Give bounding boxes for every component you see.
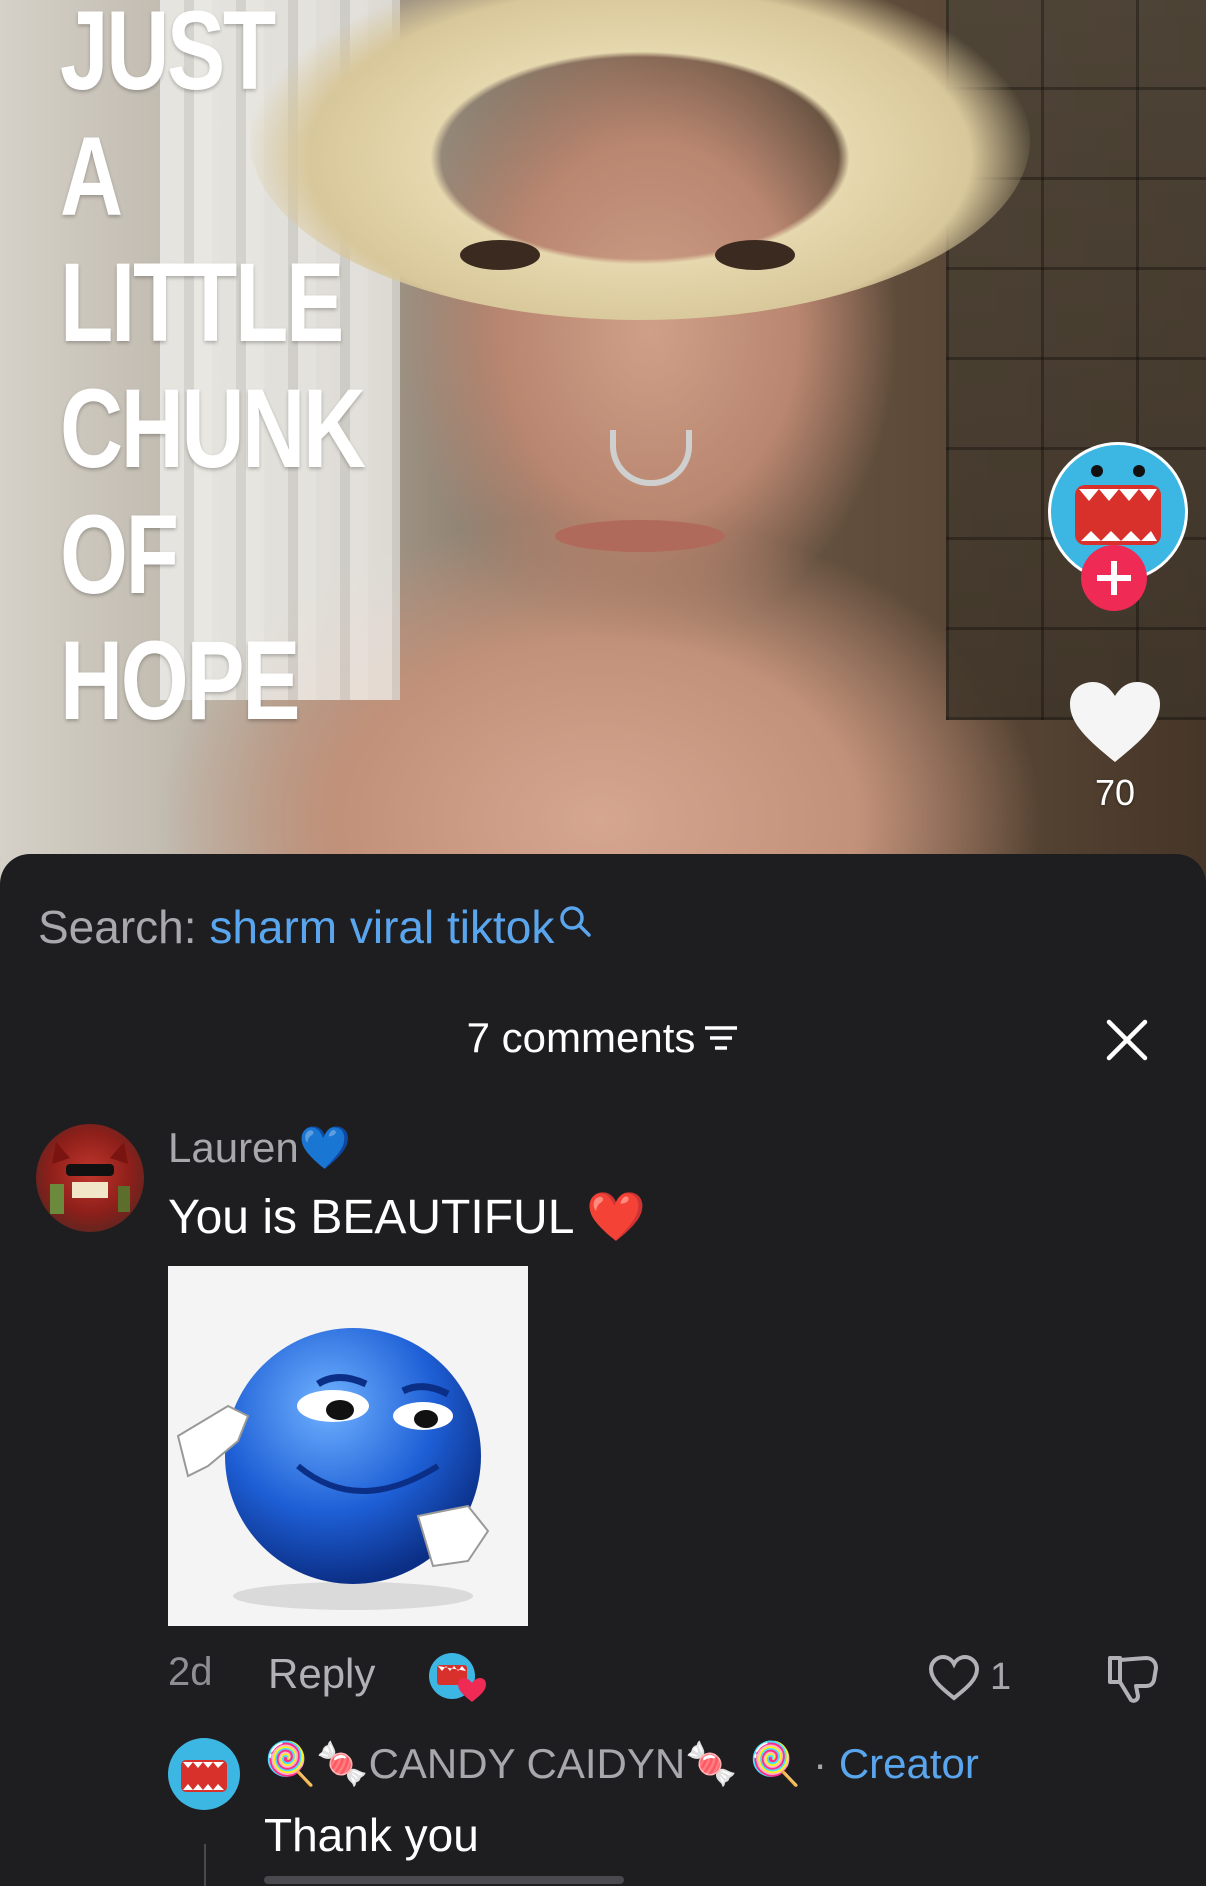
overlay-title-line: A (60, 114, 123, 239)
video-player[interactable]: JUST A LITTLE CHUNK OF HOPE 70 (0, 0, 1206, 900)
reply-username-row[interactable]: 🍭🍬CANDY CAIDYN🍬 🍭 · Creator (264, 1740, 979, 1789)
comment-like-count: 1 (990, 1656, 1012, 1698)
overlay-title-line: JUST (60, 0, 276, 113)
reply-username[interactable]: 🍭🍬CANDY CAIDYN🍬 🍭 (264, 1740, 801, 1787)
search-suggestion[interactable]: Search: sharm viral tiktok (38, 900, 592, 954)
thread-line (204, 1844, 206, 1886)
reply-button[interactable]: Reply (268, 1650, 375, 1698)
comment-sticker[interactable] (168, 1266, 528, 1626)
search-icon (560, 906, 592, 937)
creator-liked-icon (429, 1653, 486, 1702)
commenter-username[interactable]: Lauren💙 (168, 1124, 351, 1173)
right-eye (715, 240, 795, 270)
comments-count: 7 comments (466, 1014, 696, 1061)
search-query-link[interactable]: sharm viral tiktok (209, 901, 554, 953)
close-icon[interactable] (1105, 1018, 1149, 1062)
reply-separator: · (813, 1740, 828, 1787)
heart-icon[interactable] (1068, 680, 1162, 764)
nose-ring (610, 430, 692, 486)
overlay-title-line: HOPE (60, 618, 301, 743)
left-eye (460, 240, 540, 270)
overlay-title-line: CHUNK (60, 366, 366, 491)
filter-icon[interactable] (703, 1023, 739, 1053)
creator-badge: Creator (838, 1740, 979, 1787)
reply-text: Thank you (264, 1809, 479, 1861)
plus-icon (1097, 561, 1131, 595)
home-indicator[interactable] (264, 1876, 624, 1884)
thumbs-down-icon[interactable] (1106, 1652, 1160, 1704)
comments-sheet: Search: sharm viral tiktok 7 comments La… (0, 854, 1206, 1886)
comments-header: 7 comments (0, 1014, 1206, 1062)
mouth (555, 520, 725, 552)
comment-time: 2d (168, 1650, 213, 1694)
overlay-title-line: OF (60, 492, 179, 617)
domo-face-icon (181, 1760, 227, 1792)
reply-avatar[interactable] (168, 1738, 240, 1810)
video-like-count: 70 (1094, 772, 1136, 813)
commenter-avatar[interactable] (36, 1124, 144, 1232)
foxy-avatar-icon (50, 1142, 130, 1214)
video-overlay-title: JUST A LITTLE CHUNK OF HOPE (60, 0, 449, 744)
heart-outline-icon[interactable] (928, 1654, 980, 1702)
search-prefix: Search: (38, 901, 197, 953)
follow-button[interactable] (1081, 545, 1147, 611)
overlay-title-line: LITTLE (60, 240, 344, 365)
comment-text: You is BEAUTIFUL ❤️ (168, 1191, 646, 1244)
blue-smirk-emoji-sticker (176, 1328, 490, 1610)
tiktok-screen: JUST A LITTLE CHUNK OF HOPE 70 Search: s… (0, 0, 1206, 1886)
